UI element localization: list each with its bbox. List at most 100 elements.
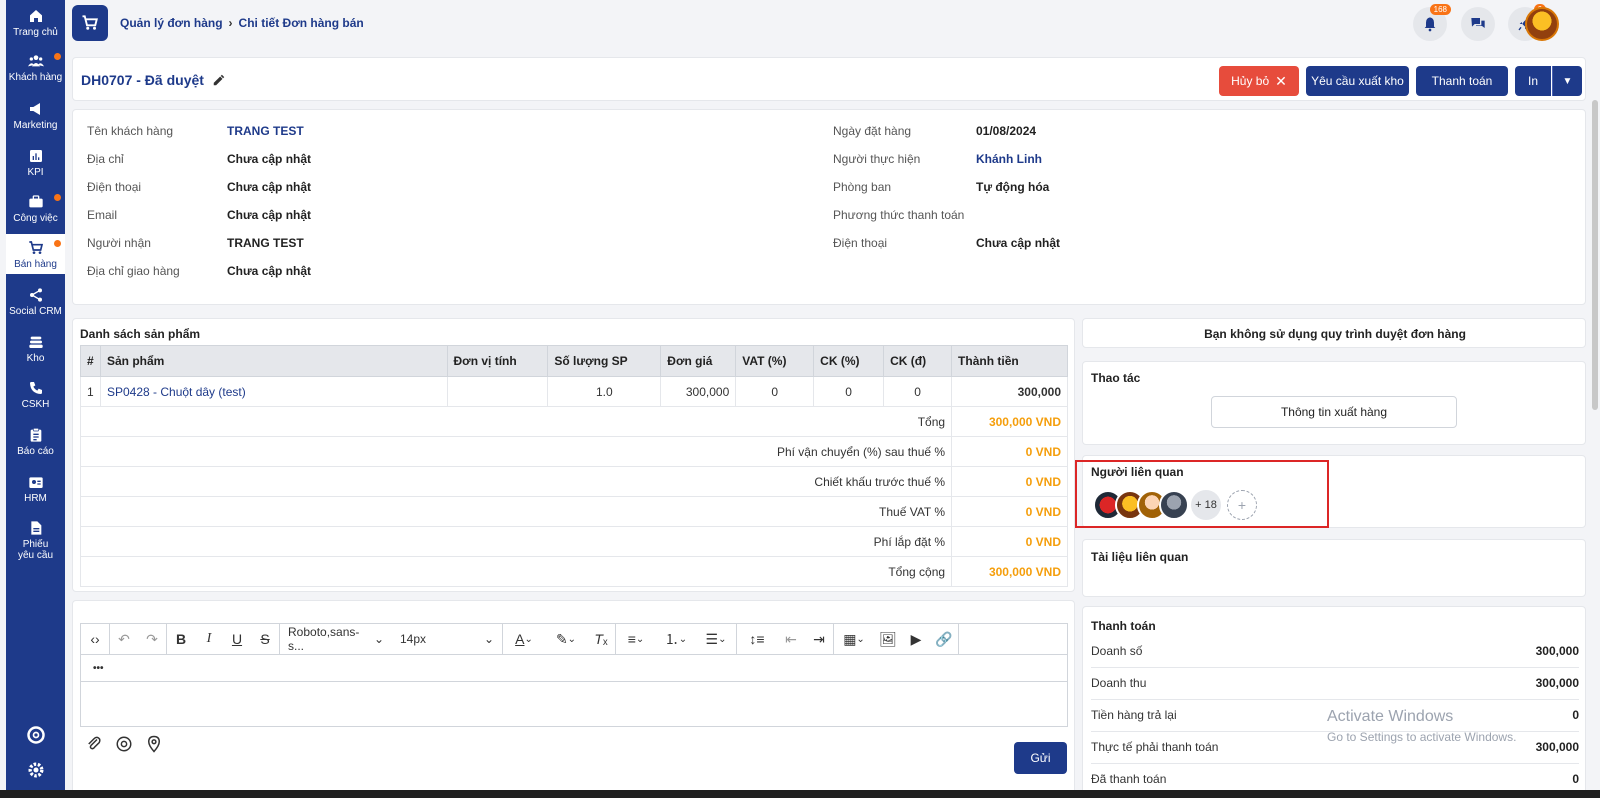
page-scrollbar[interactable] [1592,100,1598,410]
print-button[interactable]: In [1515,66,1551,96]
info-value: Chưa cập nhật [227,152,312,166]
comment-input[interactable] [80,682,1068,727]
payment-label: Thanh toán [1431,74,1493,88]
notifications-button[interactable]: 168 [1413,4,1451,41]
font-family-select[interactable]: Roboto,sans-s... ⌄ [280,624,392,654]
sidebar-item-label: HRM [24,493,47,504]
assignee-link[interactable]: Khánh Linh [976,152,1042,166]
payment-button[interactable]: Thanh toán [1416,66,1508,96]
settings-button[interactable] [6,760,65,783]
summary-label: Phí vận chuyển (%) sau thuế % [79,436,953,467]
sidebar-item-marketing[interactable]: Marketing [6,101,65,131]
line-height-button[interactable]: ↕≡ [737,624,777,654]
breadcrumb: Quản lý đơn hàng › Chi tiết Đơn hàng bán [120,16,364,30]
unordered-list-icon: ☰ [705,630,719,647]
sidebar-item-cskh[interactable]: CSKH [6,380,65,410]
sidebar-item-customers[interactable]: Khách hàng [6,53,65,83]
lifebuoy-icon [26,726,45,744]
redo-button[interactable]: ↷ [138,624,166,654]
sidebar-item-kpi[interactable]: KPI [6,148,65,178]
document-icon [30,521,41,535]
sidebar-item-label: Bán hàng [14,259,57,270]
payment-value: 0 [1572,708,1579,722]
sidebar-item-sales[interactable]: Bán hàng [6,234,65,274]
windows-activation-watermark: Activate Windows Go to Settings to activ… [1327,708,1516,744]
print-label: In [1527,74,1538,88]
sidebar-item-label: Công việc [13,213,58,224]
column-header: VAT (%) [735,345,815,377]
sidebar-item-reports[interactable]: Báo cáo [6,427,65,457]
edit-icon[interactable] [212,73,226,87]
text-color-button[interactable]: A ⌄ [503,624,545,654]
export-info-button[interactable]: Thông tin xuất hàng [1211,396,1457,428]
topbar: Quản lý đơn hàng › Chi tiết Đơn hàng bán… [70,0,1600,46]
summary-label: Tổng cộng [79,556,953,587]
more-options-button[interactable]: ••• [93,663,104,674]
cancel-order-button[interactable]: Hủy bỏ ✕ [1219,66,1299,96]
font-size-select[interactable]: 14px ⌄ [392,624,502,654]
order-header: DH0707 - Đã duyệt Hủy bỏ ✕ Yêu cầu xuất … [72,57,1586,101]
export-request-label: Yêu cầu xuất kho [1311,74,1404,88]
unordered-list-button[interactable]: ☰ ⌄ [696,624,736,654]
clear-format-button[interactable]: Tₓ [587,624,615,654]
summary-label: Thuế VAT % [79,496,953,527]
indent-icon: ⇥ [813,630,825,647]
row-index: 1 [80,376,101,407]
info-row: Tên khách hàng [87,124,173,138]
user-avatar[interactable] [1525,7,1559,41]
export-request-button[interactable]: Yêu cầu xuất kho [1306,66,1409,96]
payment-label: Doanh số [1091,644,1143,658]
mention-icon[interactable] [115,735,133,753]
sidebar-item-tasks[interactable]: Công việc [6,194,65,224]
video-button[interactable]: ▶ [902,624,930,654]
module-cart-button[interactable] [72,5,108,41]
customer-name-link[interactable]: TRANG TEST [227,124,304,138]
table-button[interactable]: ▦ ⌄ [834,624,874,654]
italic-button[interactable]: I [195,624,223,654]
bold-button[interactable]: B [167,624,195,654]
link-button[interactable]: 🔗 [930,624,958,654]
sidebar-item-requests[interactable]: Phiếu yêu cầu [6,520,65,561]
chevron-down-icon: ⌄ [373,632,384,646]
sidebar-item-home[interactable]: Trang chủ [6,8,65,38]
related-documents-title: Tài liệu liên quan [1091,550,1189,564]
breadcrumb-order-management[interactable]: Quản lý đơn hàng [120,16,223,30]
sidebar-item-hrm[interactable]: HRM [6,474,65,504]
watermark-line2: Go to Settings to activate Windows. [1327,730,1517,744]
ordered-list-button[interactable]: ⒈ ⌄ [656,624,696,654]
quantity-cell: 1.0 [547,376,662,407]
undo-button[interactable]: ↶ [110,624,138,654]
warehouse-icon [28,336,43,348]
strikethrough-icon: S [260,631,270,647]
os-taskbar [0,790,1600,798]
support-button[interactable] [6,725,65,748]
breadcrumb-current: Chi tiết Đơn hàng bán [238,16,364,30]
payment-title: Thanh toán [1091,619,1156,633]
code-view-button[interactable]: ‹› [81,624,109,654]
info-label: Điện thoại [87,180,142,194]
info-label: Người thực hiện [833,152,921,166]
location-pin-icon[interactable] [145,735,163,753]
paperclip-icon[interactable] [85,735,103,753]
info-label: Điện thoại [833,236,888,250]
indent-button[interactable]: ⇥ [805,624,833,654]
sidebar-item-label: Trang chủ [13,27,58,38]
sidebar-item-warehouse[interactable]: Kho [6,334,65,364]
underline-button[interactable]: U [223,624,251,654]
print-dropdown-button[interactable]: ▼ [1552,66,1582,96]
sidebar-item-social-crm[interactable]: Social CRM [6,287,65,317]
highlight-button[interactable]: ✎ ⌄ [545,624,587,654]
product-link[interactable]: SP0428 - Chuột dây (test) [99,376,448,407]
outdent-button[interactable]: ⇤ [777,624,805,654]
info-value: 01/08/2024 [976,124,1037,138]
image-button[interactable]: 🖼 [874,624,902,654]
info-value: Chưa cập nhật [227,208,312,222]
info-label: Email [87,208,118,222]
send-button[interactable]: Gửi [1014,742,1067,774]
payment-value: 300,000 [1535,740,1579,754]
order-title: DH0707 - Đã duyệt [81,72,226,88]
strikethrough-button[interactable]: S [251,624,279,654]
chat-button[interactable] [1461,7,1495,41]
font-family-value: Roboto,sans-s... [288,625,360,653]
align-button[interactable]: ≡ ⌄ [616,624,656,654]
